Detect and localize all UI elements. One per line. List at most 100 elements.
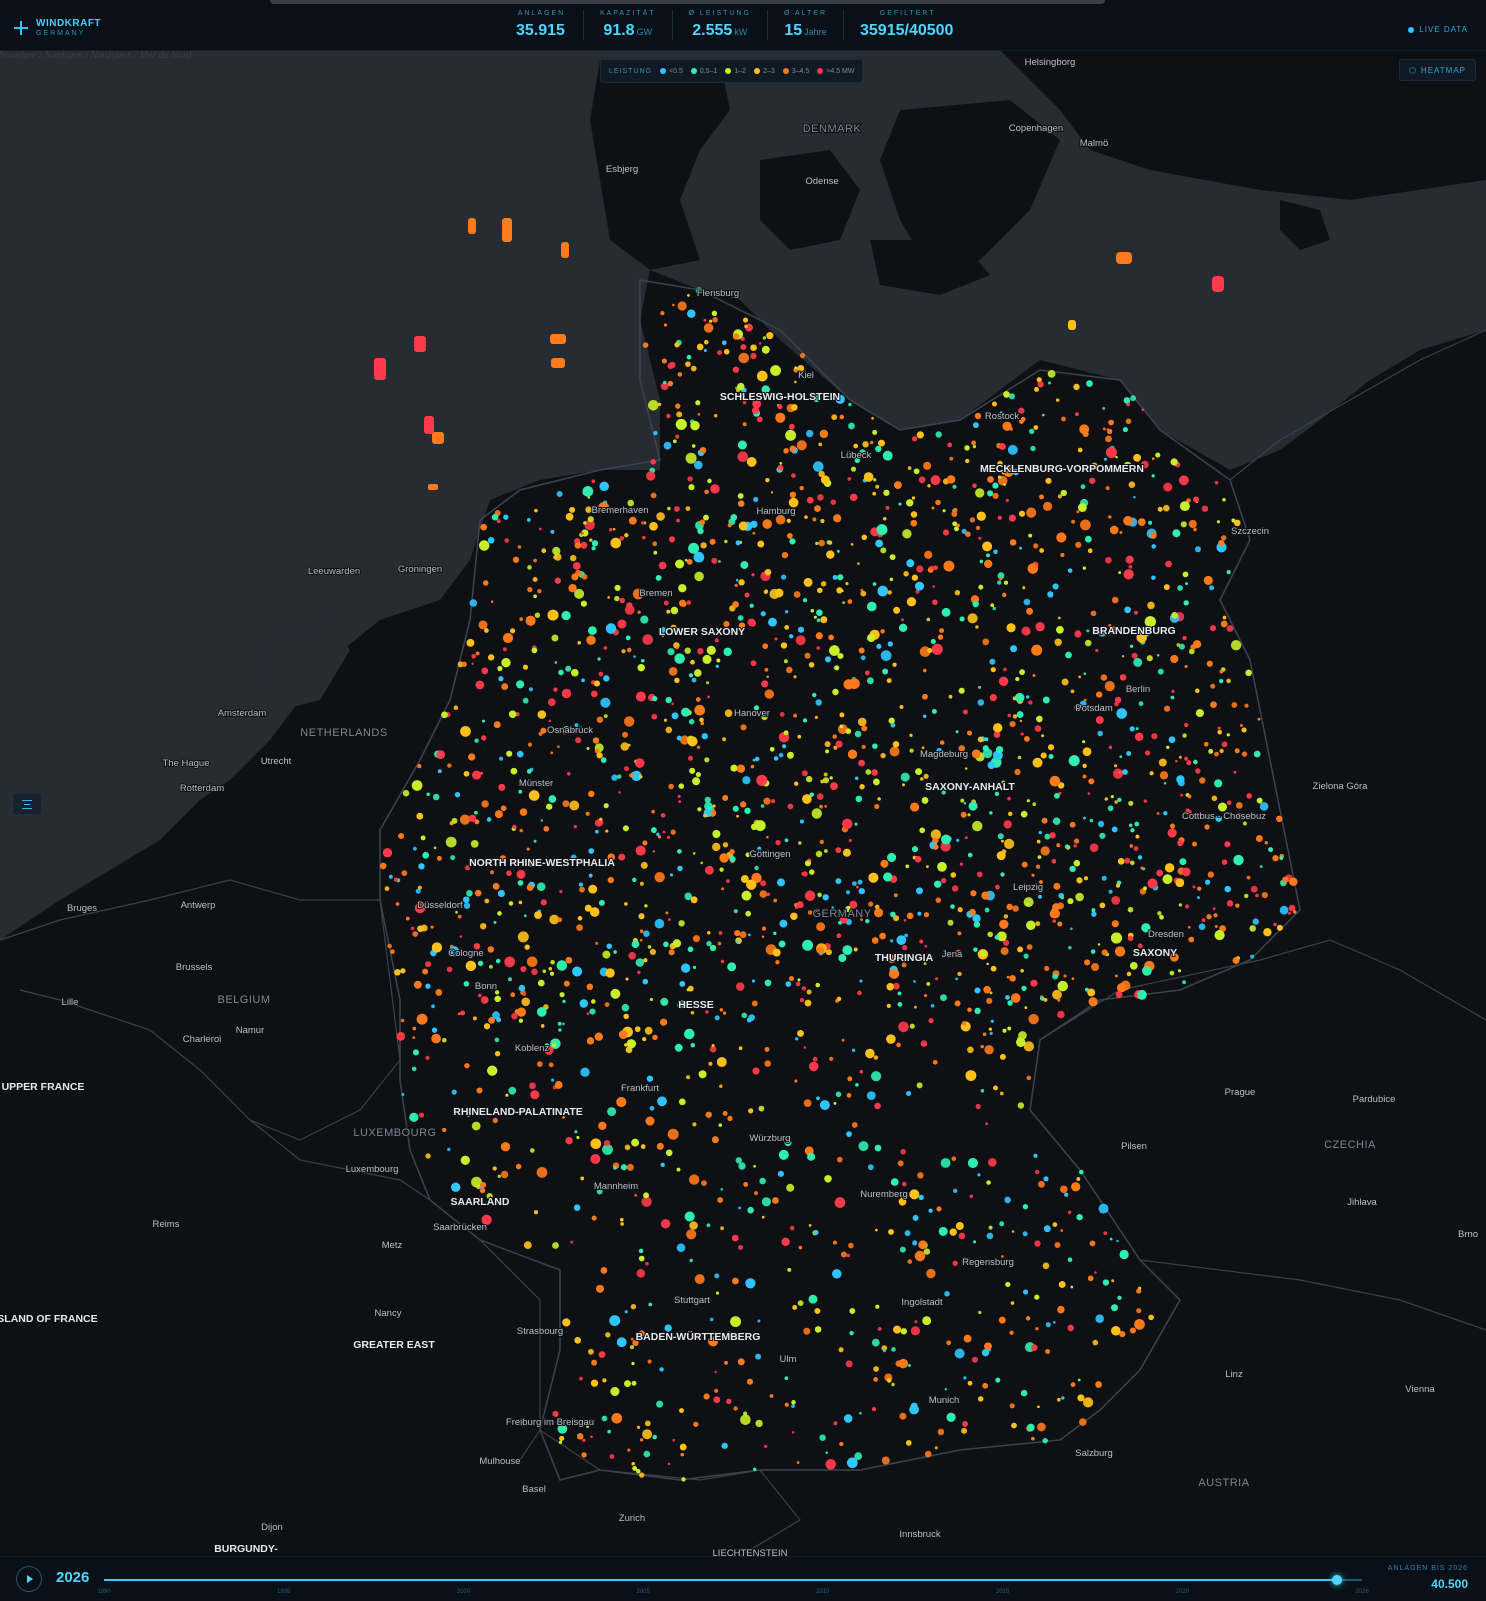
turbine-dot[interactable] [813,1230,819,1235]
turbine-dot[interactable] [863,472,874,482]
turbine-dot[interactable] [743,1182,749,1187]
turbine-dot[interactable] [520,966,527,972]
legend-item[interactable]: 1–2 [725,68,746,75]
turbine-dot[interactable] [558,669,564,676]
turbine-dot[interactable] [939,628,944,633]
turbine-dot[interactable] [533,558,537,563]
turbine-dot[interactable] [611,774,618,781]
turbine-dot[interactable] [764,689,774,699]
turbine-dot[interactable] [1073,844,1077,848]
turbine-dot[interactable] [853,443,858,449]
turbine-dot[interactable] [590,1154,601,1164]
turbine-dot[interactable] [463,981,470,987]
turbine-dot[interactable] [570,1240,573,1244]
turbine-dot[interactable] [806,429,814,438]
turbine-dot[interactable] [987,761,996,769]
turbine-dot[interactable] [750,520,758,528]
turbine-dot[interactable] [602,1378,607,1383]
turbine-dot[interactable] [839,414,844,420]
turbine-dot[interactable] [938,1227,948,1236]
turbine-dot[interactable] [824,849,828,853]
turbine-dot[interactable] [1206,660,1213,667]
turbine-dot[interactable] [761,1197,772,1207]
turbine-dot[interactable] [663,600,669,606]
turbine-dot[interactable] [891,1178,899,1186]
turbine-dot[interactable] [607,596,610,599]
turbine-dot[interactable] [828,540,833,545]
turbine-dot[interactable] [737,493,744,499]
turbine-dot[interactable] [753,1165,756,1168]
turbine-dot[interactable] [1114,800,1118,804]
turbine-dot[interactable] [845,728,852,734]
turbine-dot[interactable] [609,1454,615,1459]
turbine-dot[interactable] [766,892,770,897]
turbine-dot[interactable] [1057,1010,1065,1019]
turbine-dot[interactable] [850,543,854,546]
turbine-dot[interactable] [432,793,440,801]
turbine-dot[interactable] [561,611,571,621]
turbine-dot[interactable] [546,803,553,810]
turbine-dot[interactable] [1088,778,1095,785]
turbine-dot[interactable] [825,1459,836,1470]
turbine-dot[interactable] [643,1450,651,1458]
turbine-dot[interactable] [1117,983,1127,993]
turbine-dot[interactable] [1065,651,1072,659]
turbine-dot[interactable] [626,602,633,609]
turbine-dot[interactable] [605,829,609,833]
turbine-dot[interactable] [924,1450,932,1458]
turbine-dot[interactable] [784,1402,789,1407]
turbine-dot[interactable] [719,1084,723,1088]
turbine-dot[interactable] [839,1442,844,1446]
turbine-dot[interactable] [871,1071,882,1082]
turbine-dot[interactable] [628,952,636,960]
turbine-dot[interactable] [705,1111,712,1118]
turbine-dot[interactable] [722,795,729,801]
turbine-dot[interactable] [1061,1396,1065,1400]
turbine-dot[interactable] [848,402,852,407]
turbine-dot[interactable] [764,589,768,593]
turbine-dot[interactable] [685,361,691,367]
turbine-dot[interactable] [586,983,593,990]
turbine-dot[interactable] [548,719,552,723]
turbine-dot[interactable] [580,1176,584,1181]
turbine-dot[interactable] [850,493,858,502]
turbine-dot[interactable] [619,597,625,604]
turbine-dot[interactable] [1268,847,1273,852]
turbine-dot[interactable] [902,945,908,951]
turbine-dot[interactable] [471,654,476,659]
turbine-dot[interactable] [1114,764,1118,768]
turbine-dot[interactable] [908,1364,911,1367]
turbine-dot[interactable] [714,1388,719,1393]
turbine-dot[interactable] [674,506,680,512]
turbine-dot[interactable] [649,522,658,531]
turbine-dot[interactable] [986,962,989,966]
turbine-dot[interactable] [914,1320,918,1324]
turbine-dot[interactable] [694,460,703,470]
turbine-dot[interactable] [480,523,488,531]
turbine-dot[interactable] [1076,510,1080,514]
turbine-dot[interactable] [872,582,877,586]
turbine-dot[interactable] [425,1055,430,1060]
turbine-dot[interactable] [851,1122,858,1128]
turbine-dot[interactable] [735,540,741,546]
turbine-dot[interactable] [600,697,611,708]
turbine-dot[interactable] [982,745,989,752]
turbine-dot[interactable] [842,945,853,955]
turbine-dot[interactable] [488,537,495,544]
turbine-dot[interactable] [946,475,956,484]
turbine-dot[interactable] [1008,811,1013,817]
turbine-dot[interactable] [598,671,604,677]
turbine-dot[interactable] [779,712,785,717]
turbine-dot[interactable] [591,540,599,547]
turbine-dot[interactable] [1077,1378,1081,1382]
turbine-dot[interactable] [704,489,709,494]
turbine-dot[interactable] [587,516,594,523]
turbine-dot[interactable] [936,1206,942,1212]
turbine-dot[interactable] [967,1046,974,1054]
turbine-dot[interactable] [1080,484,1086,490]
turbine-dot[interactable] [1069,865,1076,873]
turbine-dot[interactable] [858,1141,869,1152]
turbine-dot[interactable] [949,1228,957,1236]
turbine-dot[interactable] [1052,973,1059,980]
turbine-dot[interactable] [640,615,649,624]
